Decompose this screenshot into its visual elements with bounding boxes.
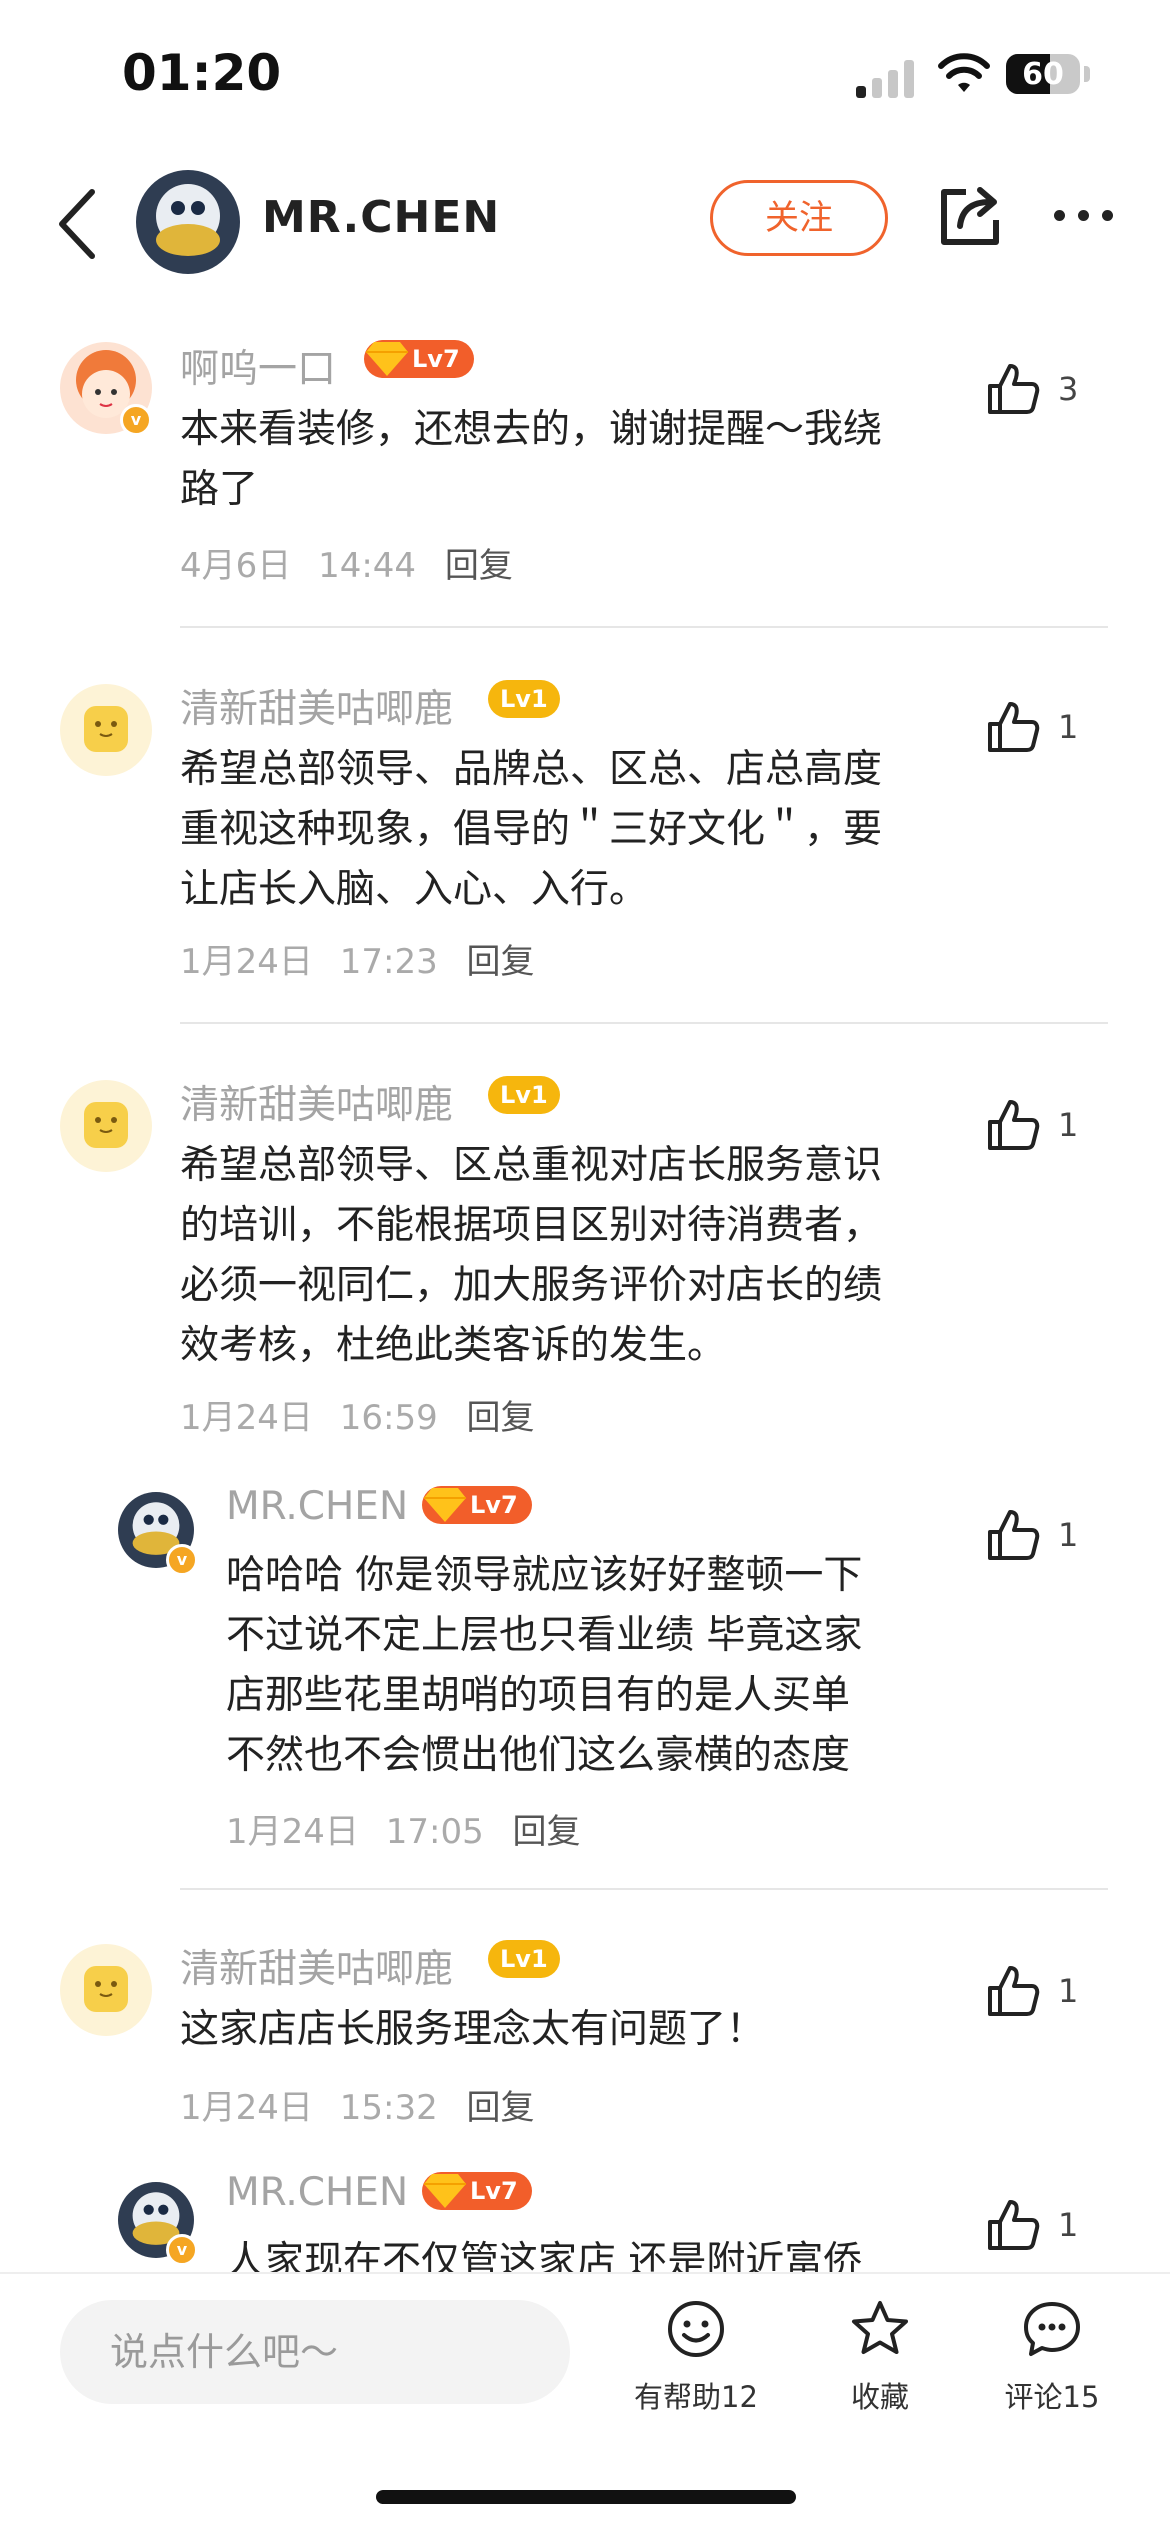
like-count: 1 bbox=[1058, 1972, 1079, 2010]
signal-icon bbox=[856, 58, 914, 98]
comment-label: 评论15 bbox=[1004, 2380, 1100, 2414]
user-avatar[interactable] bbox=[60, 1080, 152, 1172]
gem-icon bbox=[366, 342, 408, 376]
level-badge: Lv1 bbox=[488, 680, 560, 718]
comment-meta: 4月6日 14:44 回复 bbox=[180, 546, 513, 586]
level-badge: Lv7 bbox=[364, 340, 474, 378]
divider bbox=[180, 1022, 1108, 1024]
like-count: 3 bbox=[1058, 370, 1079, 408]
smile-icon bbox=[668, 2301, 724, 2357]
like-count: 1 bbox=[1058, 1516, 1079, 1554]
home-indicator bbox=[376, 2490, 796, 2504]
reply-button[interactable]: 回复 bbox=[445, 546, 513, 586]
level-badge: Lv1 bbox=[488, 1076, 560, 1114]
more-icon[interactable] bbox=[1054, 210, 1114, 224]
comment-text: 本来看装修，还想去的，谢谢提醒～我绕 路了 bbox=[180, 407, 883, 512]
reply-button[interactable]: 回复 bbox=[467, 1398, 535, 1438]
like-count: 1 bbox=[1058, 1106, 1079, 1144]
like-button[interactable]: 3 bbox=[986, 362, 1116, 422]
author-name[interactable]: MR.CHEN bbox=[262, 192, 500, 243]
comment-button[interactable]: 评论15 bbox=[982, 2298, 1122, 2438]
comment-username[interactable]: MR.CHEN bbox=[226, 1484, 408, 1529]
comment-text: 希望总部领导、区总重视对店长服务意识 的培训，不能根据项目区别对待消费者， 必须… bbox=[180, 1143, 883, 1368]
like-count: 1 bbox=[1058, 708, 1079, 746]
like-count: 1 bbox=[1058, 2206, 1079, 2244]
like-icon bbox=[988, 1100, 1040, 1150]
divider bbox=[180, 626, 1108, 628]
like-icon bbox=[988, 1510, 1040, 1560]
level-badge: Lv7 bbox=[422, 1486, 532, 1524]
comment-text: 希望总部领导、品牌总、区总、店总高度 重视这种现象，倡导的＂三好文化＂，要 让店… bbox=[180, 747, 883, 912]
comment-username[interactable]: MR.CHEN bbox=[226, 2170, 408, 2215]
comment-username[interactable]: 啊呜一口 bbox=[180, 338, 336, 394]
back-icon[interactable] bbox=[50, 184, 110, 264]
like-button[interactable]: 1 bbox=[986, 2198, 1116, 2258]
level-badge: Lv1 bbox=[488, 1940, 560, 1978]
status-time: 01:20 bbox=[122, 44, 282, 102]
like-icon bbox=[988, 2200, 1040, 2250]
collect-label: 收藏 bbox=[850, 2380, 909, 2414]
comment-meta: 1月24日 15:32 回复 bbox=[180, 2088, 535, 2128]
verified-badge-icon: v bbox=[166, 1544, 198, 1576]
collect-button[interactable]: 收藏 bbox=[810, 2298, 950, 2438]
battery-icon: 60 bbox=[1006, 54, 1080, 94]
like-button[interactable]: 1 bbox=[986, 700, 1116, 760]
comment-text: 这家店店长服务理念太有问题了！ bbox=[180, 2007, 766, 2052]
user-avatar[interactable] bbox=[60, 684, 152, 776]
follow-button[interactable]: 关注 bbox=[710, 180, 888, 256]
comment-meta: 1月24日 17:05 回复 bbox=[226, 1812, 581, 1852]
status-bar: 01:20 60 bbox=[0, 0, 1170, 150]
gem-icon bbox=[424, 2174, 466, 2208]
like-icon bbox=[988, 364, 1040, 414]
like-button[interactable]: 1 bbox=[986, 1508, 1116, 1568]
share-icon[interactable] bbox=[936, 182, 1004, 250]
gem-icon bbox=[424, 1488, 466, 1522]
star-icon bbox=[852, 2301, 908, 2354]
battery-tip bbox=[1084, 66, 1090, 82]
verified-badge-icon: v bbox=[120, 404, 152, 436]
divider bbox=[180, 1888, 1108, 1890]
like-icon bbox=[988, 702, 1040, 752]
reply-button[interactable]: 回复 bbox=[467, 2088, 535, 2128]
bottom-bar: 说点什么吧～ 有帮助12 收藏 评论15 bbox=[0, 2272, 1170, 2534]
reply-button[interactable]: 回复 bbox=[467, 942, 535, 982]
battery-level: 60 bbox=[1022, 57, 1064, 92]
comment-username[interactable]: 清新甜美咕唧鹿 bbox=[180, 1074, 453, 1130]
reply-button[interactable]: 回复 bbox=[513, 1812, 581, 1852]
like-button[interactable]: 1 bbox=[986, 1098, 1116, 1158]
like-icon bbox=[988, 1966, 1040, 2016]
verified-badge-icon: v bbox=[166, 2234, 198, 2266]
comment-username[interactable]: 清新甜美咕唧鹿 bbox=[180, 1938, 453, 1994]
user-avatar[interactable] bbox=[60, 1944, 152, 2036]
helpful-label: 有帮助12 bbox=[634, 2380, 758, 2414]
comment-meta: 1月24日 17:23 回复 bbox=[180, 942, 535, 982]
comment-text: 人家现在不仅管这家店 还是附近富侨 bbox=[226, 2239, 863, 2272]
comment-text: 哈哈哈 你是领导就应该好好整顿一下 不过说不定上层也只看业绩 毕竟这家 店那些花… bbox=[226, 1553, 863, 1778]
comment-icon bbox=[1024, 2302, 1080, 2356]
like-button[interactable]: 1 bbox=[986, 1964, 1116, 2024]
comment-meta: 1月24日 16:59 回复 bbox=[180, 1398, 535, 1438]
helpful-button[interactable]: 有帮助12 bbox=[626, 2298, 766, 2438]
reply-item: v MR.CHEN Lv7 人家现在不仅管这家店 还是附近富侨 1 bbox=[0, 2166, 1170, 2272]
level-badge: Lv7 bbox=[422, 2172, 532, 2210]
header: MR.CHEN 关注 bbox=[0, 160, 1170, 280]
comment-input[interactable]: 说点什么吧～ bbox=[60, 2300, 570, 2404]
wifi-icon bbox=[938, 53, 990, 92]
comment-username[interactable]: 清新甜美咕唧鹿 bbox=[180, 678, 453, 734]
author-avatar[interactable] bbox=[136, 170, 240, 274]
